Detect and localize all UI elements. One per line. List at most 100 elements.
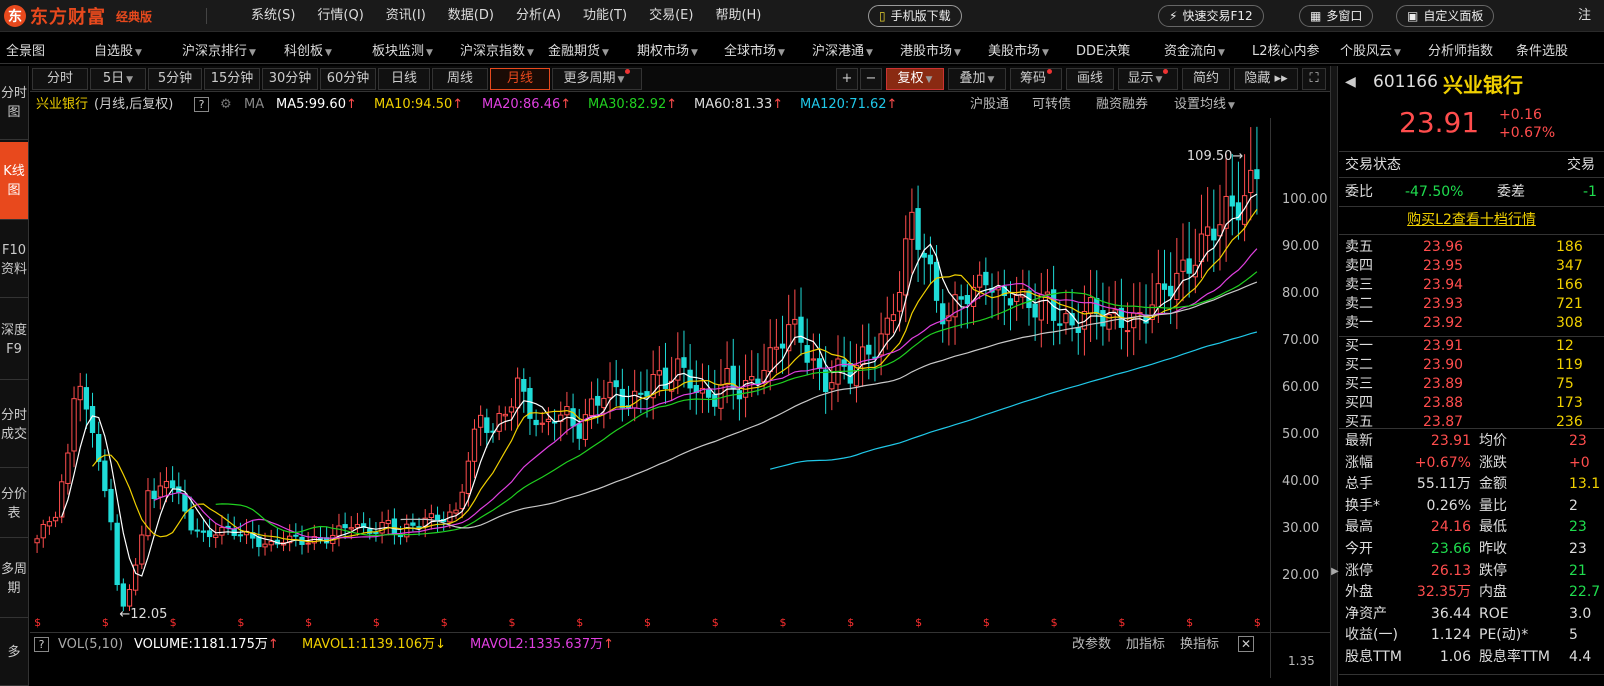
ask-row[interactable]: 卖二 23.93 721 (1339, 295, 1604, 313)
zoom-in-button[interactable]: + (836, 68, 858, 90)
nav-item[interactable]: 美股市场 ▼ (988, 40, 1049, 63)
phone-download-button[interactable]: ▯ 手机版下载 (868, 5, 962, 27)
nav-item[interactable]: 个股风云 ▼ (1340, 40, 1401, 63)
swap-indicator-button[interactable]: 换指标 (1180, 633, 1219, 657)
simple-mode-button[interactable]: 简约 (1182, 68, 1230, 90)
period-tab[interactable]: 5日 ▼ (90, 68, 146, 90)
chips-button[interactable]: 筹码 (1010, 68, 1062, 90)
nav-item[interactable]: 条件选股 (1516, 40, 1568, 63)
period-tab[interactable]: 30分钟 (262, 68, 318, 90)
dividend-marker-icon[interactable]: $ (915, 616, 922, 628)
bid-row[interactable]: 买一 23.91 12 (1339, 337, 1604, 355)
help-button[interactable]: ? (194, 94, 209, 116)
menu-item[interactable]: 资讯(I) (375, 0, 437, 32)
fast-trade-button[interactable]: ⚡ 快速交易F12 (1158, 5, 1264, 27)
menu-item[interactable]: 功能(T) (572, 0, 638, 32)
side-tab[interactable]: 分时图 (0, 66, 28, 140)
display-dropdown[interactable]: 显示 ▼ (1118, 68, 1178, 90)
collapse-arrow-icon[interactable]: ▶ (1331, 566, 1339, 577)
set-ma-dropdown[interactable]: 设置均线 ▼ (1174, 94, 1235, 117)
nav-item[interactable]: 沪深京指数 ▼ (460, 40, 534, 63)
menu-item[interactable]: 行情(Q) (306, 0, 374, 32)
bid-row[interactable]: 买三 23.89 75 (1339, 375, 1604, 393)
dividend-marker-icon[interactable]: $ (576, 616, 583, 628)
close-volume-button[interactable]: ✕ (1238, 633, 1254, 657)
period-tab[interactable]: 月线 (490, 68, 550, 90)
buy-l2-link[interactable]: 购买L2查看十档行情 (1339, 208, 1604, 232)
menu-item[interactable]: 系统(S) (240, 0, 306, 32)
dividend-marker-icon[interactable]: $ (508, 616, 515, 628)
custom-panel-button[interactable]: ▣ 自定义面板 (1396, 5, 1495, 27)
nav-item[interactable]: 全景图 (6, 40, 45, 63)
period-tab[interactable]: 15分钟 (204, 68, 260, 90)
overlay-dropdown[interactable]: 叠加 ▼ (948, 68, 1006, 90)
vol-help-button[interactable]: ? (34, 633, 49, 657)
ask-row[interactable]: 卖三 23.94 166 (1339, 276, 1604, 294)
gear-icon[interactable]: ⚙ (220, 94, 232, 116)
menu-item[interactable]: 数据(D) (437, 0, 505, 32)
dividend-marker-icon[interactable]: $ (1118, 616, 1125, 628)
menu-item[interactable]: 交易(E) (638, 0, 704, 32)
nav-item[interactable]: 金融期货 ▼ (548, 40, 609, 63)
dividend-marker-icon[interactable]: $ (644, 616, 651, 628)
side-tab[interactable]: 多 (0, 620, 28, 686)
nav-item[interactable]: 分析师指数 (1428, 40, 1493, 63)
dividend-marker-icon[interactable]: $ (305, 616, 312, 628)
dividend-marker-icon[interactable]: $ (1254, 616, 1261, 628)
dividend-marker-icon[interactable]: $ (983, 616, 990, 628)
ask-row[interactable]: 卖四 23.95 347 (1339, 257, 1604, 275)
dividend-marker-icon[interactable]: $ (1186, 616, 1193, 628)
nav-item[interactable]: 港股市场 ▼ (900, 40, 961, 63)
dividend-marker-icon[interactable]: $ (237, 616, 244, 628)
nav-item[interactable]: L2核心内参 (1252, 40, 1320, 63)
menu-item[interactable]: 帮助(H) (704, 0, 772, 32)
side-tab[interactable]: K线图 (0, 142, 28, 220)
zoom-out-button[interactable]: − (860, 68, 882, 90)
nav-item[interactable]: 沪深京排行 ▼ (182, 40, 256, 63)
kline-chart[interactable]: $ $ $ $ $ $ $ $ $ $ $ $ $ $ $ $ $ $ $109.50→ ←12.05 (30, 118, 1330, 628)
multi-window-button[interactable]: ▦ 多窗口 (1299, 5, 1374, 27)
nav-item[interactable]: 沪深港通 ▼ (812, 40, 873, 63)
link-convertible[interactable]: 可转债 (1032, 94, 1071, 116)
nav-item[interactable]: 科创板 ▼ (284, 40, 332, 63)
side-tab[interactable]: 分时成交 (0, 382, 28, 468)
period-tab[interactable]: 60分钟 (320, 68, 376, 90)
side-tab[interactable]: 多周期 (0, 540, 28, 618)
dividend-marker-icon[interactable]: $ (34, 616, 41, 628)
prev-stock-arrow-icon[interactable]: ◀ (1345, 74, 1356, 90)
nav-item[interactable]: 全球市场 ▼ (724, 40, 785, 63)
period-tab[interactable]: 周线 (432, 68, 488, 90)
dividend-marker-icon[interactable]: $ (170, 616, 177, 628)
nav-item[interactable]: 板块监测 ▼ (372, 40, 433, 63)
period-tab[interactable]: 更多周期 ▼ (552, 68, 642, 90)
side-tab[interactable]: F10资料 (0, 222, 28, 298)
drawline-button[interactable]: 画线 (1066, 68, 1114, 90)
change-param-button[interactable]: 改参数 (1072, 633, 1111, 657)
side-tab[interactable]: 深度F9 (0, 300, 28, 380)
period-tab[interactable]: 日线 (378, 68, 430, 90)
dividend-marker-icon[interactable]: $ (441, 616, 448, 628)
panel-splitter[interactable]: ▶ (1330, 66, 1339, 686)
period-tab[interactable]: 5分钟 (148, 68, 202, 90)
side-tab[interactable]: 分价表 (0, 470, 28, 538)
period-tab[interactable]: 分时 (32, 68, 88, 90)
ask-row[interactable]: 卖一 23.92 308 (1339, 314, 1604, 332)
dividend-marker-icon[interactable]: $ (102, 616, 109, 628)
dividend-marker-icon[interactable]: $ (1051, 616, 1058, 628)
nav-item[interactable]: 期权市场 ▼ (637, 40, 698, 63)
fullscreen-button[interactable]: ⛶ (1302, 68, 1326, 90)
nav-item[interactable]: 自选股 ▼ (94, 40, 142, 63)
nav-item[interactable]: DDE决策 (1076, 40, 1130, 63)
add-indicator-button[interactable]: 加指标 (1126, 633, 1165, 657)
login-link[interactable]: 注 (1578, 0, 1591, 32)
dividend-marker-icon[interactable]: $ (373, 616, 380, 628)
dividend-marker-icon[interactable]: $ (712, 616, 719, 628)
ask-row[interactable]: 卖五 23.96 186 (1339, 238, 1604, 256)
hide-button[interactable]: 隐藏 ▸▸ (1234, 68, 1298, 90)
link-margin[interactable]: 融资融券 (1096, 94, 1148, 116)
dividend-marker-icon[interactable]: $ (847, 616, 854, 628)
dividend-marker-icon[interactable]: $ (780, 616, 787, 628)
nav-item[interactable]: 资金流向 ▼ (1164, 40, 1225, 63)
menu-item[interactable]: 分析(A) (505, 0, 572, 32)
fuquan-dropdown[interactable]: 复权 ▼ (886, 68, 944, 90)
